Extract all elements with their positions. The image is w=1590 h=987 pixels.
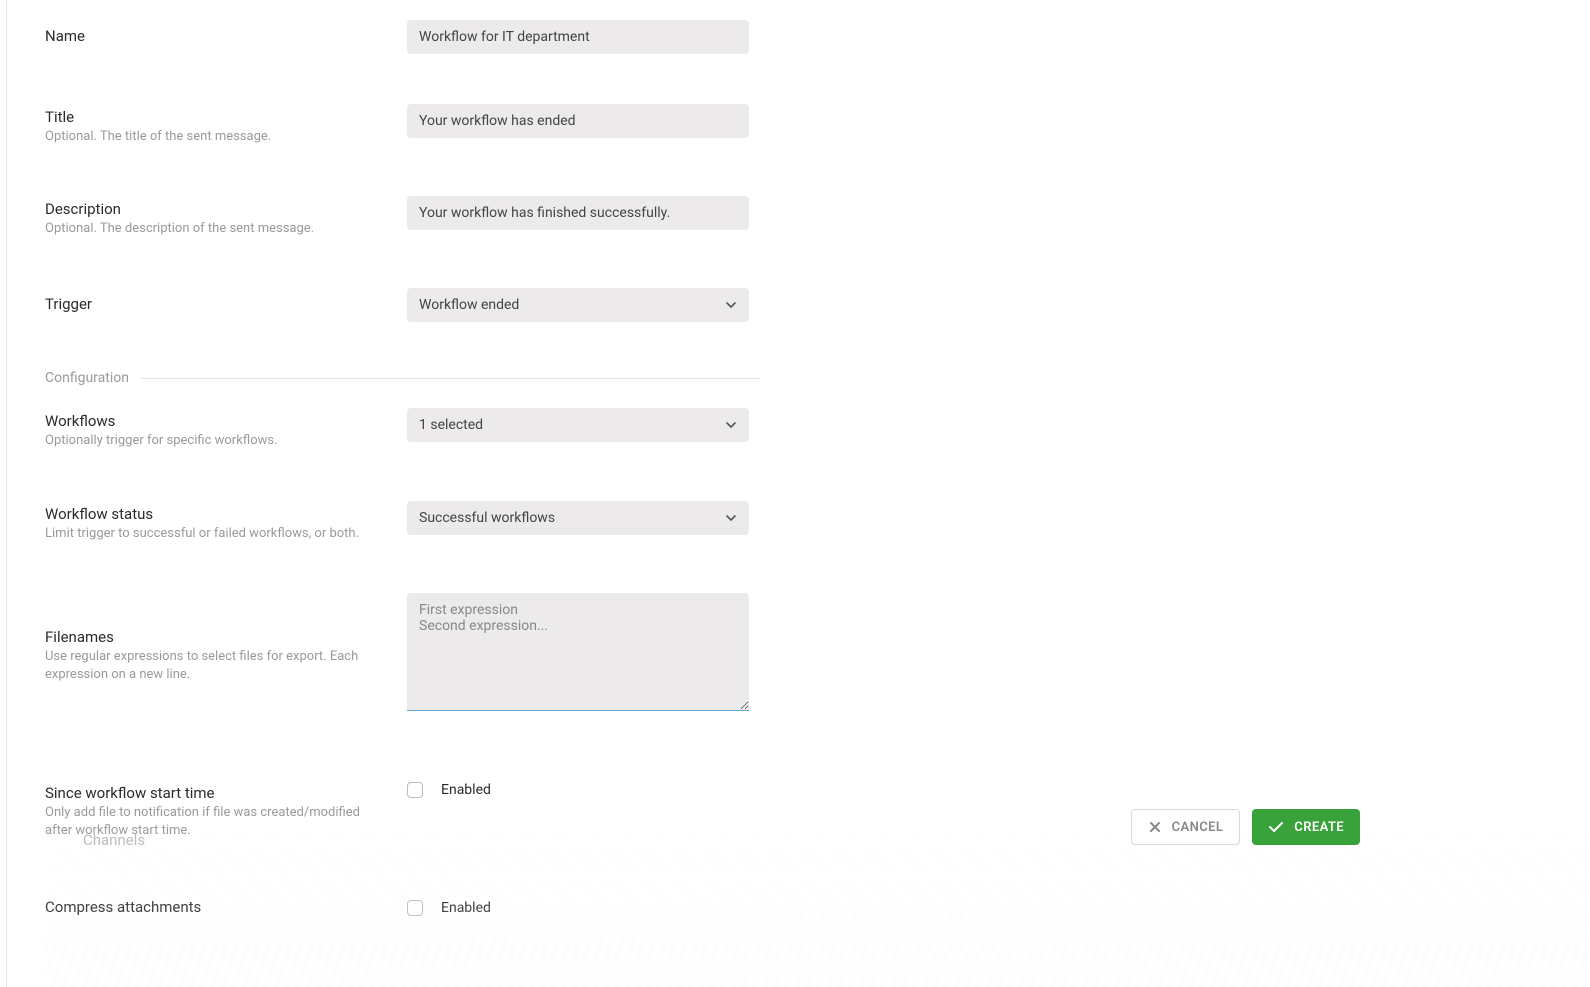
close-icon (1148, 820, 1162, 834)
create-button-label: CREATE (1294, 820, 1344, 835)
cancel-button[interactable]: CANCEL (1131, 809, 1241, 845)
label-col: Compress attachments (7, 898, 407, 918)
input-col: Enabled (407, 898, 749, 916)
description-help: Optional. The description of the sent me… (45, 220, 387, 238)
row-title: Title Optional. The title of the sent me… (7, 84, 1590, 176)
check-icon (1268, 820, 1284, 834)
section-configuration-label: Configuration (45, 370, 129, 386)
input-col: 1 selected (407, 408, 749, 442)
label-col: Description Optional. The description of… (7, 196, 407, 238)
workflow-status-help: Limit trigger to successful or failed wo… (45, 525, 387, 543)
row-since-start: Since workflow start time Only add file … (7, 745, 1590, 870)
compress-label: Compress attachments (45, 898, 387, 916)
row-name: Name (7, 0, 1590, 84)
compress-checkbox-row: Enabled (407, 898, 749, 916)
input-col: Successful workflows (407, 501, 749, 535)
input-col (407, 196, 749, 230)
since-start-checkbox-row: Enabled (407, 780, 749, 798)
input-col (407, 593, 749, 715)
chevron-down-icon (725, 512, 737, 524)
since-start-checkbox[interactable] (407, 782, 423, 798)
label-col: Name (7, 27, 407, 47)
cancel-button-label: CANCEL (1172, 820, 1224, 835)
name-label: Name (45, 27, 387, 45)
description-input[interactable] (407, 196, 749, 230)
workflow-status-label: Workflow status (45, 505, 387, 523)
row-workflows: Workflows Optionally trigger for specifi… (7, 388, 1590, 480)
input-col (407, 20, 749, 54)
workflows-help: Optionally trigger for specific workflow… (45, 432, 387, 450)
label-col: Title Optional. The title of the sent me… (7, 104, 407, 146)
label-col: Trigger (7, 295, 407, 315)
section-configuration: Configuration (7, 352, 1590, 388)
chevron-down-icon (725, 299, 737, 311)
label-col: Workflow status Limit trigger to success… (7, 501, 407, 543)
input-col (407, 104, 749, 138)
trigger-label: Trigger (45, 295, 387, 313)
label-col: Since workflow start time Only add file … (7, 780, 407, 840)
workflows-select[interactable]: 1 selected (407, 408, 749, 442)
since-start-label: Since workflow start time (45, 784, 387, 802)
input-col: Enabled (407, 780, 749, 798)
row-trigger: Trigger Workflow ended (7, 268, 1590, 352)
title-label: Title (45, 108, 387, 126)
workflows-select-value: 1 selected (419, 417, 483, 433)
trigger-select[interactable]: Workflow ended (407, 288, 749, 322)
row-description: Description Optional. The description of… (7, 176, 1590, 268)
workflow-status-select-value: Successful workflows (419, 510, 555, 526)
since-start-checkbox-label: Enabled (441, 782, 491, 798)
description-label: Description (45, 200, 387, 218)
create-button[interactable]: CREATE (1252, 809, 1360, 845)
channels-label: Channels (83, 831, 145, 849)
row-compress: Compress attachments Enabled (7, 870, 1590, 928)
filenames-help: Use regular expressions to select files … (45, 648, 387, 684)
divider-line (141, 378, 761, 379)
trigger-select-value: Workflow ended (419, 297, 519, 313)
title-help: Optional. The title of the sent message. (45, 128, 387, 146)
title-input[interactable] (407, 104, 749, 138)
filenames-label: Filenames (45, 628, 387, 646)
chevron-down-icon (725, 419, 737, 431)
workflow-status-select[interactable]: Successful workflows (407, 501, 749, 535)
row-filenames: Filenames Use regular expressions to sel… (7, 573, 1590, 745)
footer-buttons: CANCEL CREATE (1131, 809, 1360, 845)
filenames-textarea[interactable] (407, 593, 749, 711)
label-col: Workflows Optionally trigger for specifi… (7, 408, 407, 450)
row-workflow-status: Workflow status Limit trigger to success… (7, 481, 1590, 573)
input-col: Workflow ended (407, 288, 749, 322)
compress-checkbox[interactable] (407, 900, 423, 916)
name-input[interactable] (407, 20, 749, 54)
workflows-label: Workflows (45, 412, 387, 430)
label-col: Filenames Use regular expressions to sel… (7, 624, 407, 684)
compress-checkbox-label: Enabled (441, 900, 491, 916)
form-container: Name Title Optional. The title of the se… (6, 0, 1590, 987)
